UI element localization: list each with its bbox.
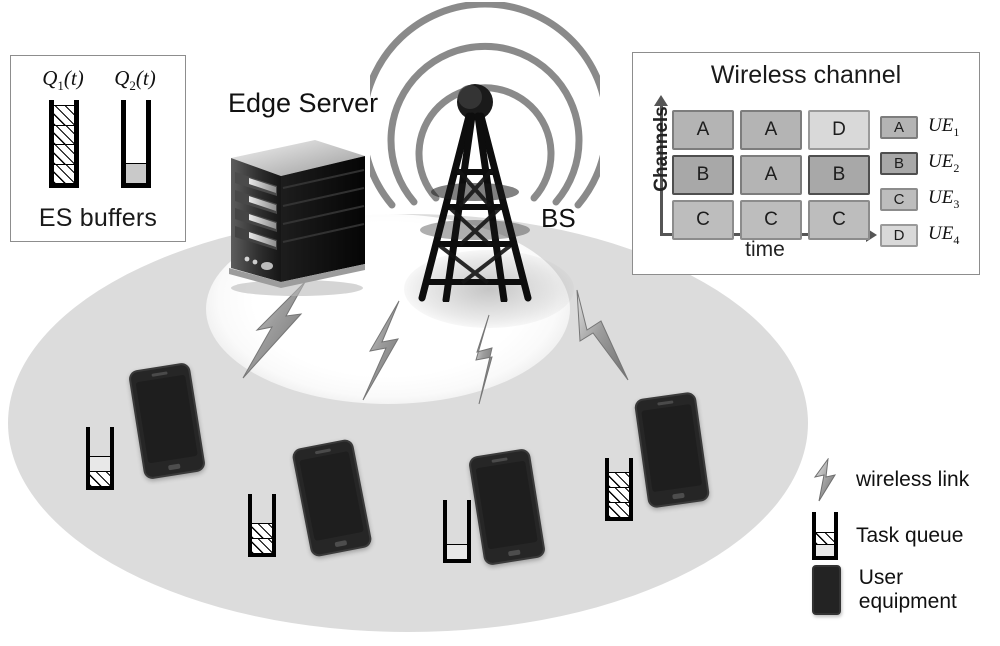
buffer-label-q2: Q2(t) (114, 66, 156, 94)
lightning-bolt-icon (813, 458, 837, 502)
figure-canvas: Edge Server BS Q1(t) Q2(t) ES buffers Wi… (0, 0, 1000, 646)
buffer-label-q1: Q1(t) (42, 66, 84, 94)
phone-speaker (315, 448, 331, 455)
queue-fill (90, 456, 110, 486)
grid-cell[interactable]: C (672, 200, 734, 240)
phone-home-button (507, 549, 521, 557)
ue-legend-label: UE2 (928, 150, 960, 175)
phone-screen (299, 450, 365, 542)
queue-segment (54, 105, 74, 125)
queue-segment (54, 163, 74, 183)
phone-home-button (671, 492, 686, 500)
legend-label: wireless link (856, 468, 970, 491)
queue-segment (816, 544, 834, 556)
legend-item-user-equipment: User equipment (812, 565, 1000, 615)
queue-segment (816, 532, 834, 544)
base-station-label: BS (541, 203, 576, 233)
queue-fill (609, 472, 629, 517)
queue-segment (90, 456, 110, 471)
task-queue-glyph (86, 427, 114, 490)
queue-segment (609, 502, 629, 517)
grid-cell[interactable]: B (808, 155, 870, 195)
queue-fill (252, 523, 272, 553)
ue-color-chip: C (880, 187, 918, 211)
chart-x-axis-label: time (745, 238, 785, 261)
es-buffers-panel: Q1(t) Q2(t) ES buffers (10, 55, 186, 242)
task-queue-glyph (443, 500, 471, 563)
queue-segment (609, 472, 629, 487)
legend-item-wireless-link: wireless link (812, 458, 969, 502)
edge-server-graphic (219, 136, 371, 296)
phone-speaker (151, 371, 168, 377)
phone-screen (475, 460, 538, 550)
phone-home-button (167, 463, 181, 471)
phone-speaker (657, 400, 674, 406)
ue-legend-label: UE3 (928, 186, 960, 211)
task-queue-glyph (605, 458, 633, 521)
queue-segment (54, 124, 74, 144)
phone-screen (641, 403, 703, 493)
legend-item-task-queue: Task queue (812, 512, 963, 560)
task-queue-glyph (248, 494, 276, 557)
ue-legend-label: UE1 (928, 114, 960, 139)
phone-speaker (491, 457, 508, 463)
queue-segment (609, 487, 629, 502)
queue-segment (90, 471, 110, 486)
grid-cell[interactable]: C (808, 200, 870, 240)
queue-fill (447, 544, 467, 559)
ue-legend: A UE1 B UE2 C UE3 D UE4 (880, 110, 959, 254)
ue-color-chip: B (880, 151, 918, 175)
grid-cell[interactable]: B (672, 155, 734, 195)
channel-allocation-grid: A A D B A B C C C (672, 110, 870, 240)
ue-color-chip: D (880, 223, 918, 247)
queue-segment (252, 538, 272, 553)
phone-screen (135, 374, 198, 464)
queue-fill (816, 532, 834, 556)
wireless-channel-title: Wireless channel (710, 61, 902, 89)
legend-label: User equipment (858, 566, 957, 613)
chart-y-axis-label: Channels (651, 106, 672, 192)
grid-cell[interactable]: A (740, 155, 802, 195)
ue-legend-row: D UE4 (880, 218, 959, 252)
queue-segment (252, 523, 272, 538)
queue-fill (54, 105, 74, 183)
ue-legend-row: C UE3 (880, 182, 959, 216)
legend-label: Task queue (856, 524, 964, 547)
ue-legend-label: UE4 (928, 222, 960, 247)
edge-server-label: Edge Server (228, 88, 379, 118)
user-equipment-icon (812, 565, 841, 615)
es-buffer-q1 (49, 100, 79, 188)
task-queue-icon (812, 512, 838, 560)
grid-cell[interactable]: C (740, 200, 802, 240)
queue-fill (126, 163, 146, 183)
base-station-tower (359, 0, 611, 304)
grid-cell[interactable]: D (808, 110, 870, 150)
grid-cell[interactable]: A (740, 110, 802, 150)
grid-cell[interactable]: A (672, 110, 734, 150)
phone-home-button (334, 539, 348, 548)
ue-color-chip: A (880, 115, 918, 139)
queue-segment (54, 144, 74, 164)
es-buffer-q2 (121, 100, 151, 188)
queue-segment (447, 544, 467, 559)
ue-legend-row: B UE2 (880, 146, 959, 180)
es-buffers-title: ES buffers (38, 204, 158, 232)
ue-legend-row: A UE1 (880, 110, 959, 144)
queue-segment (126, 163, 146, 183)
